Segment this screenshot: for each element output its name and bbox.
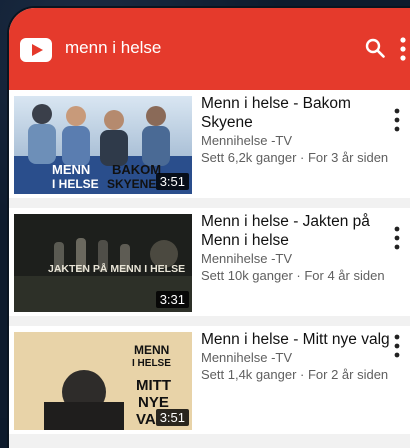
phone-screen: menn i helse MENN I HELSE BAKOM SKYENE 3… [9,8,410,448]
video-item[interactable]: JAKTEN PÅ MENN I HELSE 3:31 Menn i helse… [9,208,410,316]
channel-name: Mennihelse -TV [201,350,293,365]
more-vertical-icon[interactable] [394,334,400,358]
video-stats: Sett 1,4k ganger · For 2 år siden [201,367,389,382]
thumb-text: MITT [136,377,171,394]
video-info: Menn i helse - Bakom Skyene Mennihelse -… [201,94,391,166]
app-bar: menn i helse [9,8,410,90]
youtube-logo-icon[interactable] [20,38,52,62]
thumb-text: I HELSE [132,358,171,369]
thumb-text: MENN [134,343,169,357]
video-duration: 3:51 [155,173,189,190]
video-stats: Sett 10k ganger · For 4 år siden [201,268,385,283]
thumb-text: VA [136,411,156,428]
video-info: Menn i helse - Mitt nye valg Mennihelse … [201,330,391,383]
video-info: Menn i helse - Jakten på Menn i helse Me… [201,212,391,284]
thumb-text: MENN [52,162,90,177]
video-thumbnail[interactable]: MENN I HELSE BAKOM SKYENE 3:51 [14,96,192,194]
video-item[interactable]: MENN I HELSE BAKOM SKYENE 3:51 Menn i he… [9,90,410,198]
thumb-text: BAKOM [112,162,161,177]
video-thumbnail[interactable]: MENN I HELSE MITT NYE VA 3:51 [14,332,192,430]
video-title[interactable]: Menn i helse - Mitt nye valg [201,330,391,349]
video-duration: 3:31 [155,291,189,308]
more-vertical-icon[interactable] [394,226,400,250]
video-stats: Sett 6,2k ganger · For 3 år siden [201,150,389,165]
channel-name: Mennihelse -TV [201,251,293,266]
more-vertical-icon[interactable] [394,108,400,132]
video-title[interactable]: Menn i helse - Bakom Skyene [201,94,391,132]
search-icon[interactable] [365,38,385,58]
thumb-text: SKYENE [107,177,156,191]
thumb-text: JAKTEN PÅ MENN I HELSE [48,262,185,275]
video-thumbnail[interactable]: JAKTEN PÅ MENN I HELSE 3:31 [14,214,192,312]
video-title[interactable]: Menn i helse - Jakten på Menn i helse [201,212,391,250]
thumb-text: I HELSE [52,177,99,191]
video-list: MENN I HELSE BAKOM SKYENE 3:51 Menn i he… [9,90,410,448]
channel-name: Mennihelse -TV [201,133,293,148]
more-vertical-icon[interactable] [399,36,407,62]
search-query[interactable]: menn i helse [65,38,161,58]
